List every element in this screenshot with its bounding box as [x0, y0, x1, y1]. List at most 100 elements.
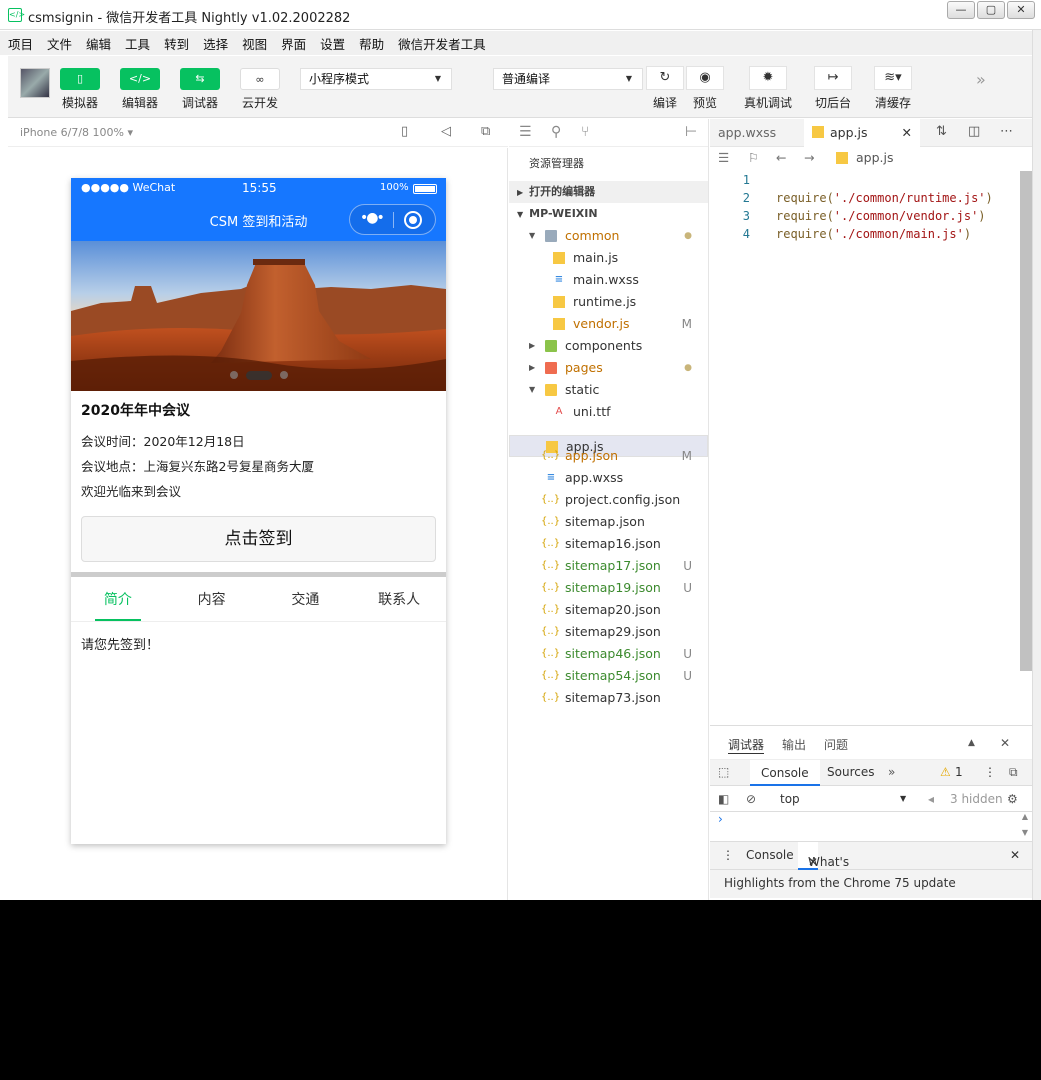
code-area[interactable]: 1 2 require('./common/runtime.js') 3 requi… — [710, 171, 1032, 243]
menu-wechat-devtools[interactable]: 微信开发者工具 — [398, 34, 486, 53]
open-editors-section[interactable]: ▶ 打开的编辑器 — [509, 181, 708, 203]
tab-app-js[interactable]: app.js ✕ — [804, 119, 920, 147]
preview-button[interactable]: ◉ — [686, 66, 724, 90]
kebab-menu-icon[interactable]: ⋮ — [984, 765, 996, 779]
tab-sources[interactable]: Sources — [827, 765, 874, 779]
split-editor-icon[interactable]: ◫ — [968, 124, 980, 139]
context-select[interactable]: top — [780, 792, 800, 806]
file-tree-item[interactable]: {..} sitemap29.json — [509, 621, 708, 643]
tab-debugger[interactable]: 调试器 — [728, 736, 765, 754]
file-tree-item[interactable]: ▼ common ● — [509, 225, 708, 247]
bookmark-icon[interactable]: ⚐ — [748, 150, 759, 165]
close-button[interactable]: ✕ — [1007, 1, 1035, 19]
close-tab-icon[interactable]: ✕ — [902, 119, 912, 147]
scroll-down-icon[interactable]: ▼ — [1022, 828, 1028, 837]
tab-contact[interactable]: 联系人 — [352, 578, 446, 621]
banner-carousel[interactable] — [71, 241, 446, 391]
git-branch-icon[interactable]: ⑂ — [581, 124, 589, 140]
clear-cache-button[interactable]: ≋▾ — [874, 66, 912, 90]
file-tree-item[interactable]: ▶ pages ● — [509, 357, 708, 379]
file-tree-item[interactable]: main.js — [509, 247, 708, 269]
drawer-tab-whats-new[interactable]: What's New ✕ — [798, 842, 849, 897]
sign-in-button[interactable]: 点击签到 — [81, 516, 436, 562]
file-tree-item[interactable]: Auni.ttf — [509, 401, 708, 423]
remote-debug-button[interactable]: ✹ — [749, 66, 787, 90]
tab-intro[interactable]: 简介 — [71, 578, 165, 621]
sidebar-toggle-icon[interactable]: ◧ — [718, 792, 729, 806]
tab-content[interactable]: 内容 — [165, 578, 259, 621]
clear-console-icon[interactable]: ⊘ — [746, 792, 756, 806]
menu-select[interactable]: 选择 — [203, 34, 228, 53]
warning-count[interactable]: 1 — [955, 765, 963, 779]
detach-window-icon[interactable]: ⧉ — [481, 124, 490, 139]
tab-app-wxss[interactable]: app.wxss — [710, 119, 802, 147]
file-tree-item[interactable]: {..} app.json M — [509, 445, 708, 467]
volume-icon[interactable]: ◁ — [441, 124, 451, 139]
editor-scrollbar[interactable] — [1020, 171, 1032, 671]
more-tools-icon[interactable]: » — [976, 70, 986, 89]
menu-settings[interactable]: 设置 — [320, 34, 345, 53]
list-icon[interactable]: ☰ — [519, 124, 532, 140]
file-tree-item[interactable]: ▼ static — [509, 379, 708, 401]
more-dots-icon[interactable]: •●• — [360, 210, 385, 226]
scroll-up-icon[interactable]: ▲ — [1022, 812, 1028, 821]
scrollbar-thumb[interactable] — [1020, 171, 1032, 671]
more-icon[interactable]: ⋯ — [1000, 124, 1013, 139]
hidden-count[interactable]: 3 hidden — [950, 792, 1003, 806]
file-tree-item[interactable]: {..} sitemap16.json — [509, 533, 708, 555]
drawer-menu-icon[interactable]: ⋮ — [722, 848, 734, 862]
file-tree-item[interactable]: {..} sitemap54.json U — [509, 665, 708, 687]
collapse-panel-icon[interactable]: ⊢ — [685, 124, 697, 140]
menu-tools[interactable]: 工具 — [125, 34, 150, 53]
menu-help[interactable]: 帮助 — [359, 34, 384, 53]
back-arrow-icon[interactable]: ← — [776, 150, 786, 165]
menu-edit[interactable]: 编辑 — [86, 34, 111, 53]
tab-console[interactable]: Console — [750, 760, 820, 786]
close-target-icon[interactable] — [404, 211, 422, 229]
file-tree-item[interactable]: ≡ main.wxss — [509, 269, 708, 291]
simulator-toggle-button[interactable]: ▯ — [60, 68, 100, 90]
drawer-tab-console[interactable]: Console — [746, 848, 794, 862]
settings-gear-icon[interactable]: ⚙ — [1007, 792, 1018, 806]
editor-toggle-button[interactable]: </> — [120, 68, 160, 90]
file-tree-item[interactable]: runtime.js — [509, 291, 708, 313]
more-tabs-icon[interactable]: » — [888, 765, 895, 779]
inspect-icon[interactable]: ⬚ — [718, 765, 729, 779]
breadcrumb-file[interactable]: app.js — [856, 150, 894, 165]
maximize-button[interactable]: ▢ — [977, 1, 1005, 19]
file-tree-item[interactable]: {..} sitemap20.json — [509, 599, 708, 621]
compile-mode-select[interactable]: 普通编译 ▼ — [493, 68, 643, 90]
close-drawer-icon[interactable]: ✕ — [1010, 848, 1020, 862]
user-avatar[interactable] — [20, 68, 50, 98]
tab-output[interactable]: 输出 — [782, 736, 806, 753]
menu-view[interactable]: 视图 — [242, 34, 267, 53]
menu-file[interactable]: 文件 — [47, 34, 72, 53]
file-tree-item[interactable]: {..} sitemap73.json — [509, 687, 708, 709]
minimize-button[interactable]: — — [947, 1, 975, 19]
menu-goto[interactable]: 转到 — [164, 34, 189, 53]
tab-traffic[interactable]: 交通 — [259, 578, 353, 621]
chevron-up-icon[interactable]: ▲ — [968, 738, 975, 748]
project-section[interactable]: ▼ MP-WEIXIN — [509, 203, 708, 225]
tab-problems[interactable]: 问题 — [824, 736, 848, 753]
file-tree-item[interactable]: ≡ app.wxss — [509, 467, 708, 489]
device-select[interactable]: iPhone 6/7/8 100% ▾ — [20, 126, 133, 139]
file-tree-item[interactable]: {..} project.config.json — [509, 489, 708, 511]
background-button[interactable]: ↦ — [814, 66, 852, 90]
compare-icon[interactable]: ⇅ — [936, 124, 947, 139]
mode-select[interactable]: 小程序模式 ▼ — [300, 68, 452, 90]
search-icon[interactable]: ⚲ — [551, 124, 561, 140]
undock-icon[interactable]: ⧉ — [1009, 765, 1018, 780]
file-tree-item[interactable]: {..} sitemap46.json U — [509, 643, 708, 665]
file-tree-item[interactable]: {..} sitemap19.json U — [509, 577, 708, 599]
file-tree-item[interactable]: vendor.js M — [509, 313, 708, 335]
file-tree-item[interactable]: {..} sitemap17.json U — [509, 555, 708, 577]
close-panel-icon[interactable]: ✕ — [1000, 736, 1010, 750]
console-output[interactable]: › ▲ ▼ — [710, 812, 1032, 842]
phone-rotate-icon[interactable]: ▯ — [401, 124, 408, 139]
debugger-toggle-button[interactable]: ⇆ — [180, 68, 220, 90]
file-tree-item[interactable]: {..} sitemap.json — [509, 511, 708, 533]
cloud-dev-button[interactable]: ∞ — [240, 68, 280, 90]
file-tree-item[interactable]: ▶ components — [509, 335, 708, 357]
forward-arrow-icon[interactable]: → — [804, 150, 814, 165]
